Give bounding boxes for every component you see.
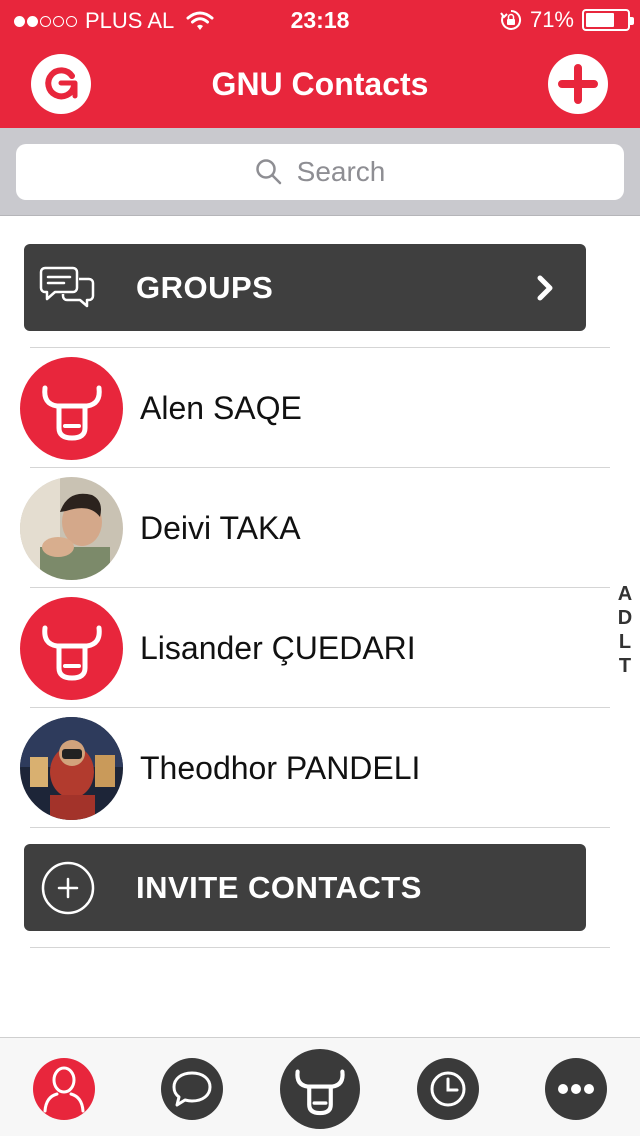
history-tab[interactable] (417, 1058, 479, 1120)
section-index[interactable]: A D L T (612, 582, 638, 678)
add-icon (558, 64, 598, 104)
divider (30, 947, 610, 948)
page-title: GNU Contacts (211, 66, 429, 102)
chat-bubble-icon (172, 1071, 212, 1107)
clock-icon (430, 1071, 466, 1107)
contact-name: Deivi TAKA (140, 510, 301, 546)
battery-icon (582, 9, 634, 31)
plus-circle-icon (38, 858, 98, 918)
contact-name: Alen SAQE (140, 390, 302, 426)
bull-logo-icon (41, 385, 102, 441)
contact-row[interactable]: Theodhor PANDELI (0, 708, 610, 828)
contact-name: Lisander ÇUEDARI (140, 630, 416, 666)
index-letter[interactable]: A (612, 582, 638, 606)
bull-logo-avatar (20, 357, 123, 460)
contacts-tab[interactable] (33, 1058, 95, 1120)
contact-photo-avatar (20, 477, 123, 580)
contact-row[interactable]: Deivi TAKA (0, 468, 610, 588)
bull-logo-avatar (20, 597, 123, 700)
person-icon (43, 1066, 85, 1113)
invite-contacts-label: INVITE CONTACTS (136, 870, 422, 905)
index-letter[interactable]: D (612, 606, 638, 630)
search-bar: Search (0, 128, 640, 216)
index-letter[interactable]: L (612, 630, 638, 654)
contact-row[interactable]: Alen SAQE (0, 348, 610, 468)
search-input[interactable]: Search (16, 144, 624, 200)
status-right: 71% (500, 7, 634, 33)
status-bar: PLUS AL 23:18 71% (0, 0, 640, 40)
groups-button[interactable]: GROUPS (24, 244, 586, 331)
chat-bubbles-icon (38, 258, 98, 318)
index-letter[interactable]: T (612, 654, 638, 678)
add-contact-button[interactable] (548, 54, 608, 114)
chats-tab[interactable] (161, 1058, 223, 1120)
search-icon (255, 159, 281, 185)
invite-contacts-button[interactable]: INVITE CONTACTS (24, 844, 586, 931)
more-tab[interactable] (545, 1058, 607, 1120)
contact-row[interactable]: Lisander ÇUEDARI (0, 588, 610, 708)
contact-photo-avatar (20, 717, 123, 820)
home-tab[interactable] (280, 1049, 360, 1129)
rotation-lock-icon (500, 9, 521, 30)
divider (30, 827, 610, 828)
groups-label: GROUPS (136, 270, 274, 305)
bull-logo-icon (295, 1069, 345, 1116)
more-dots-icon (558, 1084, 594, 1094)
contact-name: Theodhor PANDELI (140, 750, 421, 786)
chevron-right-icon (537, 275, 553, 301)
battery-percent: 71% (529, 7, 574, 32)
tab-bar (0, 1037, 640, 1136)
top-bar: PLUS AL 23:18 71% GNU Contacts (0, 0, 640, 128)
search-placeholder: Search (296, 156, 386, 187)
bull-logo-icon (41, 625, 102, 681)
